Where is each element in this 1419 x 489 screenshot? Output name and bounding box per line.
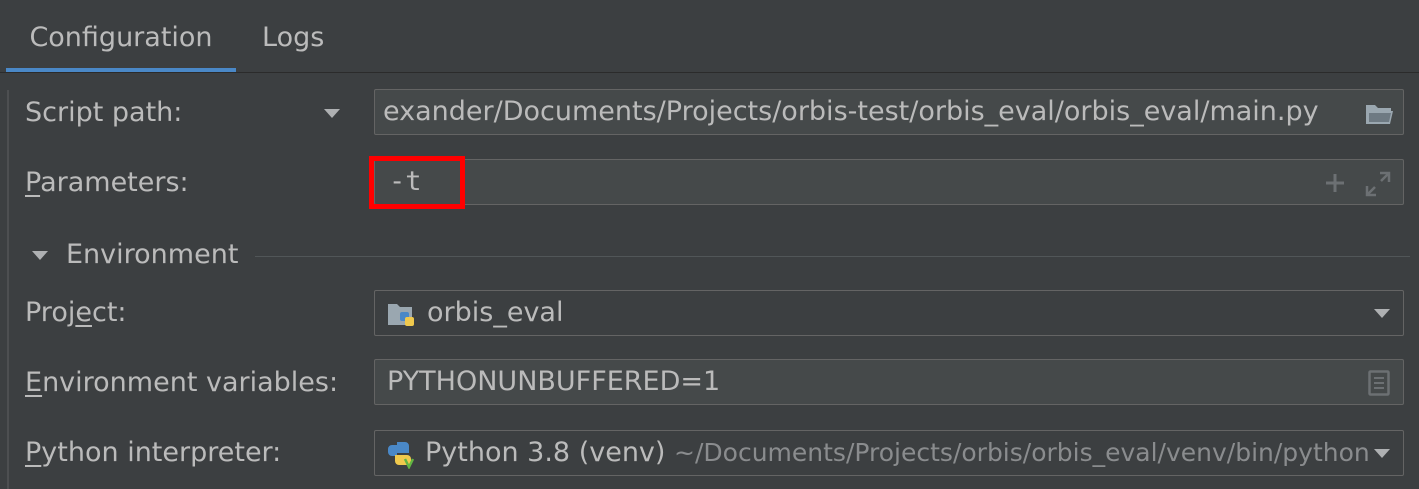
script-path-field[interactable]: exander/Documents/Projects/orbis-test/or… xyxy=(374,89,1404,135)
project-select[interactable]: orbis_eval xyxy=(374,290,1404,336)
plus-icon[interactable] xyxy=(1325,173,1345,193)
document-list-icon[interactable] xyxy=(1368,370,1390,396)
chevron-down-icon[interactable] xyxy=(1374,309,1390,318)
python-interpreter-select[interactable]: Python 3.8 (venv) ~/Documents/Projects/o… xyxy=(374,430,1404,476)
python-project-icon xyxy=(388,304,414,326)
script-type-dropdown-icon[interactable] xyxy=(324,109,340,118)
section-divider xyxy=(255,256,1410,257)
project-label-b: ct: xyxy=(91,297,127,328)
folder-icon[interactable] xyxy=(1365,101,1395,125)
highlight-box xyxy=(369,156,465,209)
expand-icon[interactable] xyxy=(1365,171,1391,197)
project-label-a: Proj xyxy=(25,297,76,328)
environment-section-title[interactable]: Environment xyxy=(66,234,238,276)
tab-configuration[interactable]: Configuration xyxy=(6,0,236,72)
project-label-mnemonic: e xyxy=(75,297,92,328)
interpreter-path: ~/Documents/Projects/orbis/orbis_eval/ve… xyxy=(674,438,1370,467)
tab-bar: Configuration Logs xyxy=(0,0,1419,73)
parameters-field[interactable]: -t xyxy=(374,159,1404,205)
panel-left-border xyxy=(7,90,9,489)
environment-collapse-icon[interactable] xyxy=(32,251,48,260)
interpreter-label-rest: ython interpreter: xyxy=(41,437,282,468)
chevron-down-icon[interactable] xyxy=(1374,449,1390,458)
interpreter-value: Python 3.8 (venv) ~/Documents/Projects/o… xyxy=(425,431,1370,475)
project-value: orbis_eval xyxy=(427,297,564,328)
script-path-label: Script path: xyxy=(25,97,183,128)
interpreter-name: Python 3.8 (venv) xyxy=(425,437,666,468)
project-label: Project: xyxy=(25,292,127,334)
env-vars-label-rest: nvironment variables: xyxy=(42,367,339,398)
parameters-label-mnemonic: P xyxy=(25,167,41,198)
python-interpreter-label: Python interpreter: xyxy=(25,432,281,474)
env-vars-field[interactable]: PYTHONUNBUFFERED=1 xyxy=(374,359,1404,405)
parameters-label: Parameters: xyxy=(25,162,189,204)
env-vars-value: PYTHONUNBUFFERED=1 xyxy=(387,366,721,397)
env-vars-label-mnemonic: E xyxy=(25,367,43,398)
parameters-label-rest: arameters: xyxy=(40,167,189,198)
interpreter-label-mnemonic: P xyxy=(25,437,42,468)
tab-logs[interactable]: Logs xyxy=(262,0,324,72)
script-path-value: exander/Documents/Projects/orbis-test/or… xyxy=(383,96,1319,127)
python-icon xyxy=(388,442,415,469)
env-vars-label: Environment variables: xyxy=(25,362,338,404)
